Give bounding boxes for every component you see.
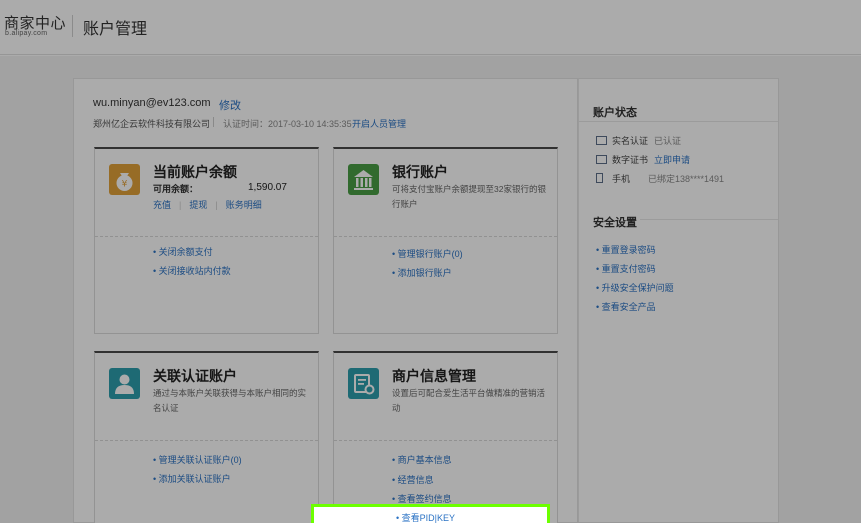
divider <box>640 219 778 220</box>
company-name: 郑州亿企云软件科技有限公司 <box>93 119 211 129</box>
card-title: 关联认证账户 <box>153 368 237 384</box>
upgrade-security-question-link[interactable]: • 升级安全保护问题 <box>596 281 674 294</box>
view-pid-key-link[interactable]: • 查看PID|KEY <box>396 511 455 523</box>
logo-domain: b.alipay.com <box>5 30 48 37</box>
statement-link[interactable]: 账务明细 <box>226 200 262 210</box>
settings-document-icon <box>348 368 379 399</box>
cert-time: 认证时间：2017-03-10 14:35:35 <box>223 119 352 129</box>
card-description: 设置后可配合爱生活平台做精准的营销活动 <box>392 388 546 413</box>
bank-building-icon <box>348 164 379 195</box>
manage-linked-accounts-link[interactable]: • 管理关联认证账户(0) <box>153 453 242 466</box>
card-title: 当前账户余额 <box>153 164 237 180</box>
status-label: 数字证书 <box>612 155 649 165</box>
header-divider <box>72 15 73 37</box>
status-label: 手机 <box>612 174 631 184</box>
separator: | <box>215 200 218 210</box>
security-settings-heading: 安全设置 <box>593 217 637 229</box>
balance-actions: 充值 | 提现 | 账务明细 <box>153 198 262 211</box>
available-balance-value: 1,590.07 <box>248 182 287 193</box>
certificate-icon <box>596 155 607 164</box>
dashed-divider <box>95 440 318 441</box>
status-row-real-name: 实名认证 已认证 <box>596 134 681 147</box>
status-row-certificate: 数字证书 立即申请 <box>596 153 690 166</box>
dashed-divider <box>334 236 557 237</box>
id-card-icon <box>596 136 607 145</box>
withdraw-link[interactable]: 提现 <box>189 200 207 210</box>
card-title: 银行账户 <box>392 164 448 180</box>
view-security-products-link[interactable]: • 查看安全产品 <box>596 300 656 313</box>
add-bank-account-link[interactable]: • 添加银行账户 <box>392 266 452 279</box>
staff-management-link[interactable]: 开启人员管理 <box>352 117 406 130</box>
money-bag-icon: ¥ <box>109 164 140 195</box>
recharge-link[interactable]: 充值 <box>153 200 171 210</box>
card-description: 可将支付宝账户余额提现至32家银行的银行账户 <box>392 184 546 209</box>
close-inbox-payment-link[interactable]: • 关闭接收站内付款 <box>153 264 231 277</box>
dashed-divider <box>95 236 318 237</box>
card-title: 商户信息管理 <box>392 368 476 384</box>
reset-login-password-link[interactable]: • 重置登录密码 <box>596 243 656 256</box>
manage-bank-accounts-link[interactable]: • 管理银行账户(0) <box>392 247 463 260</box>
available-balance-label: 可用余额： <box>153 184 199 194</box>
dashed-divider <box>334 440 557 441</box>
bank-card: 银行账户 可将支付宝账户余额提现至32家银行的银行账户 • 管理银行账户(0) … <box>333 147 558 334</box>
edit-link[interactable]: 修改 <box>219 97 241 113</box>
status-row-phone: 手机 已绑定138****1491 <box>596 172 724 185</box>
phone-icon <box>596 173 603 183</box>
business-info-link[interactable]: • 经营信息 <box>392 473 434 486</box>
status-label: 实名认证 <box>612 136 649 146</box>
account-status-heading: 账户状态 <box>593 107 637 119</box>
balance-card: ¥ 当前账户余额 可用余额： 1,590.07 充值 | 提现 | 账务明细 • 关闭余… <box>94 147 319 334</box>
linked-account-card: 关联认证账户 通过与本账户关联获得与本账户相同的实名认证 • 管理关联认证账户(… <box>94 351 319 523</box>
add-linked-account-link[interactable]: • 添加关联认证账户 <box>153 472 231 485</box>
merchant-basic-info-link[interactable]: • 商户基本信息 <box>392 453 452 466</box>
card-description: 通过与本账户关联获得与本账户相同的实名认证 <box>153 388 307 413</box>
divider <box>579 121 778 122</box>
account-email: wu.minyan@ev123.com <box>93 97 211 109</box>
reset-payment-password-link[interactable]: • 重置支付密码 <box>596 262 656 275</box>
user-icon <box>109 368 140 399</box>
page-title: 账户管理 <box>83 21 148 38</box>
svg-text:¥: ¥ <box>122 180 128 190</box>
separator: | <box>179 200 182 210</box>
divider <box>213 117 214 127</box>
merchant-info-card: 商户信息管理 设置后可配合爱生活平台做精准的营销活动 • 商户基本信息 • 经营… <box>333 351 558 523</box>
highlighted-pid-key-item: • 查看PID|KEY <box>311 504 550 523</box>
close-balance-pay-link[interactable]: • 关闭余额支付 <box>153 245 213 258</box>
top-bar: 商家中心 b.alipay.com 账户管理 <box>0 0 861 55</box>
apply-certificate-link[interactable]: 立即申请 <box>654 155 690 165</box>
status-value: 已绑定138****1491 <box>648 174 725 184</box>
status-value: 已认证 <box>654 136 682 146</box>
